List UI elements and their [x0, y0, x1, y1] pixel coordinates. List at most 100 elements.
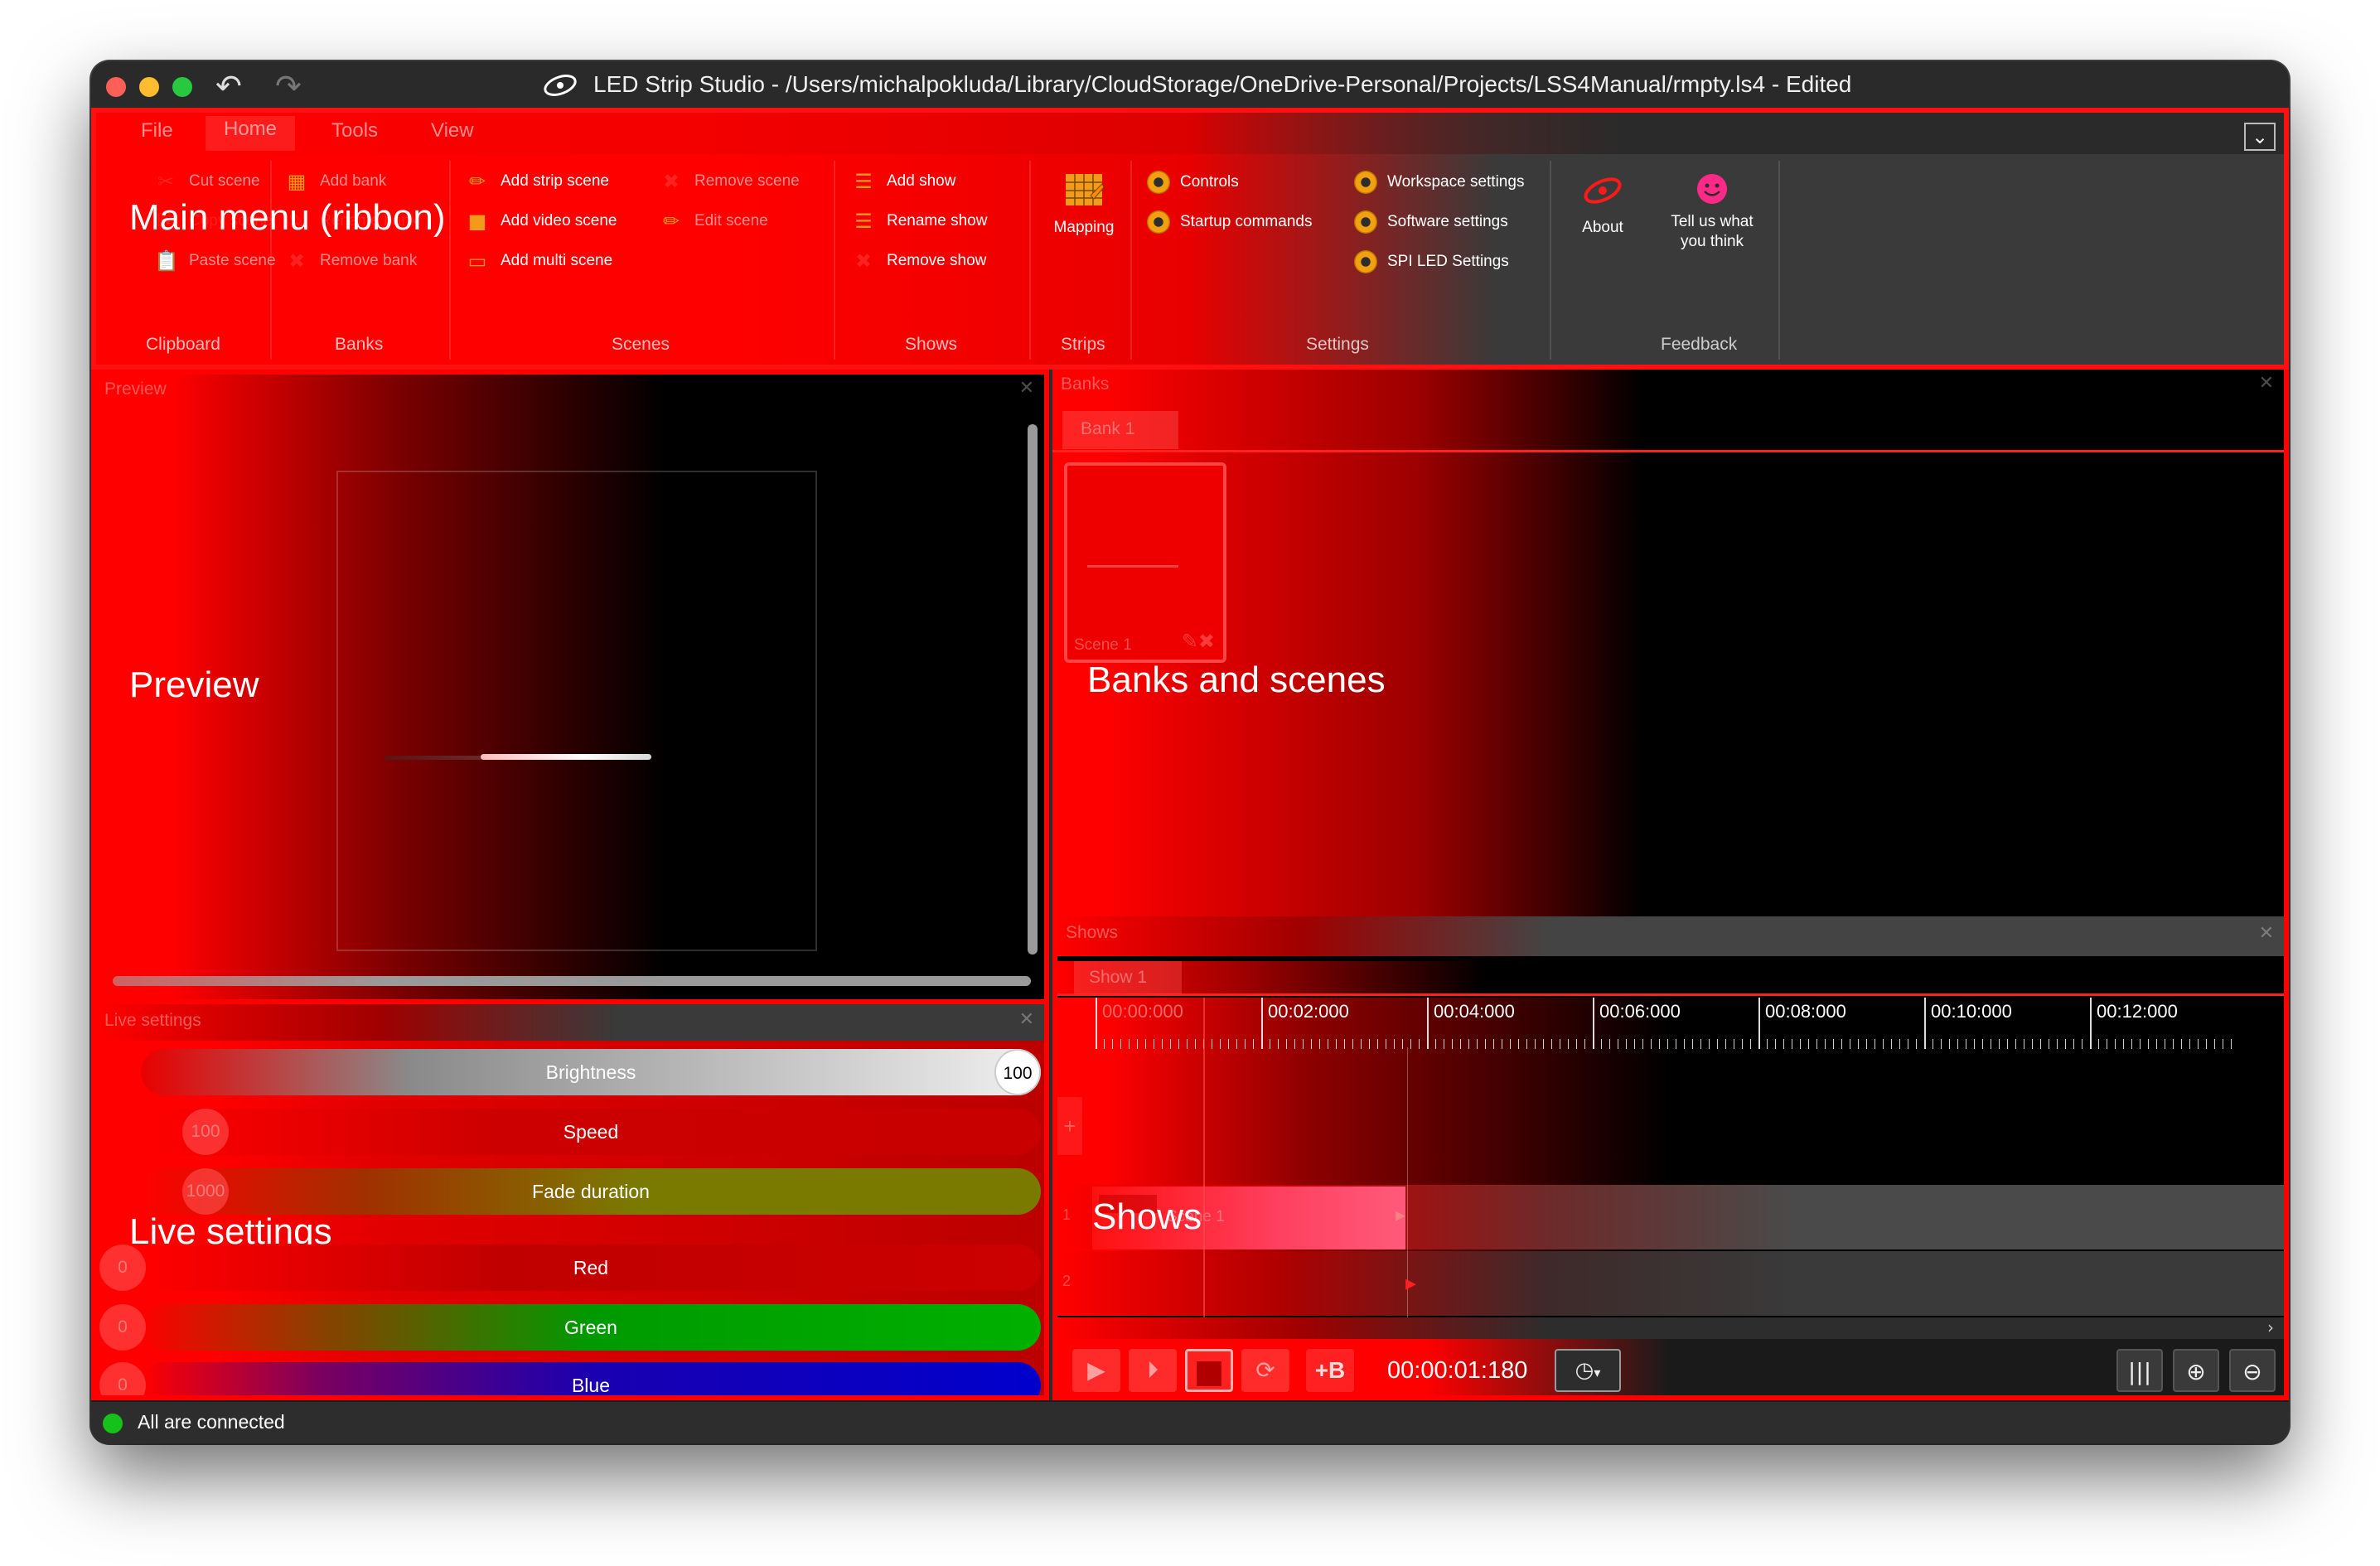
controls-button[interactable]: Controls: [1147, 171, 1239, 194]
collapse-ribbon-button[interactable]: ⌄: [2244, 123, 2276, 151]
add-track-button[interactable]: +: [1057, 1097, 1082, 1155]
tab-show-1[interactable]: Show 1: [1074, 961, 1182, 994]
close-icon[interactable]: ✕: [1019, 378, 1034, 399]
add-strip-scene-button[interactable]: ✏ Add strip scene: [466, 171, 609, 192]
loop-button[interactable]: ⟳: [1241, 1349, 1289, 1392]
grid-lines-icon: |||: [2127, 1358, 2152, 1385]
snap-grid-button[interactable]: |||: [2116, 1349, 2163, 1392]
tab-view[interactable]: View: [431, 119, 474, 143]
group-clipboard: Clipboard: [146, 335, 220, 354]
redo-icon[interactable]: ↷: [275, 68, 302, 104]
horizontal-scrollbar[interactable]: [113, 976, 1031, 986]
slider-label: Red: [573, 1257, 609, 1278]
smiley-icon: [1697, 174, 1727, 204]
add-bank-label: Add bank: [320, 172, 387, 191]
add-multi-scene-button[interactable]: ▭ Add multi scene: [466, 250, 613, 272]
remove-bank-button[interactable]: ✖ Remove bank: [285, 250, 417, 272]
speed-slider[interactable]: Speed 100: [108, 1109, 1044, 1155]
add-show-button[interactable]: ☰ Add show: [852, 171, 955, 192]
edit-icon[interactable]: ✎: [1182, 630, 1198, 653]
vertical-scrollbar[interactable]: [1028, 424, 1038, 955]
slider-knob[interactable]: 0: [99, 1362, 146, 1395]
timeline-label: 00:06:000: [1599, 1001, 1681, 1022]
shows-panel: Shows ✕ Show 1 00:00:000 00:02:000 00:04…: [1052, 916, 2289, 1400]
rename-show-button[interactable]: ☰ Rename show: [852, 210, 987, 232]
horizontal-scrollbar[interactable]: ›: [1057, 1317, 2284, 1339]
timeline-tick: [1924, 998, 1926, 1049]
play-button[interactable]: ▶: [1072, 1349, 1120, 1392]
timeline-tick: [1261, 998, 1263, 1049]
time-mode-dropdown[interactable]: ◷▾: [1555, 1349, 1621, 1392]
close-icon[interactable]: ✕: [1019, 1009, 1034, 1030]
edit-scene-icon: ✏: [662, 210, 680, 233]
close-icon[interactable]: ✕: [2259, 923, 2274, 944]
workspace-settings-button[interactable]: Workspace settings: [1354, 171, 1524, 194]
zoom-out-icon: ⊖: [2242, 1358, 2262, 1385]
mapping-button[interactable]: Mapping: [1042, 171, 1125, 237]
window-title: LED Strip Studio - /Users/michalpokluda/…: [593, 71, 1852, 97]
scene-card[interactable]: Scene 1 ✎✖: [1064, 462, 1226, 663]
tab-bank-1[interactable]: Bank 1: [1062, 411, 1178, 449]
software-settings-button[interactable]: Software settings: [1354, 210, 1508, 234]
tell-us-label-2: you think: [1680, 233, 1744, 250]
tab-tools[interactable]: Tools: [331, 119, 378, 143]
remove-scene-button[interactable]: ✖ Remove scene: [660, 171, 800, 192]
add-bank-button[interactable]: ▦ Add bank: [285, 171, 387, 192]
remove-show-button[interactable]: ✖ Remove show: [852, 250, 986, 272]
resize-handle-icon[interactable]: ▸: [1396, 1203, 1405, 1226]
remove-show-label: Remove show: [887, 252, 987, 270]
add-to-bank-button[interactable]: +B: [1306, 1349, 1354, 1392]
show-timeline-area: 00:00:000 00:02:000 00:04:000 00:06:000 …: [1057, 998, 2284, 1387]
cut-scene-button[interactable]: ✂ Cut scene: [154, 171, 260, 192]
red-slider[interactable]: Red 0: [99, 1245, 1044, 1291]
minimize-window-button[interactable]: [139, 77, 159, 97]
slider-knob[interactable]: 0: [99, 1304, 146, 1351]
tell-us-button[interactable]: Tell us what you think: [1654, 171, 1770, 252]
tab-file[interactable]: File: [141, 119, 173, 143]
close-icon[interactable]: ✕: [2259, 373, 2274, 394]
timeline-label: 00:10:000: [1931, 1001, 2012, 1022]
slider-knob[interactable]: 1000: [182, 1168, 229, 1215]
about-button[interactable]: About: [1563, 171, 1642, 237]
add-video-scene-button[interactable]: ■ Add video scene: [466, 210, 617, 232]
tab-home[interactable]: Home: [206, 116, 296, 151]
close-window-button[interactable]: [106, 77, 126, 97]
slider-label: Brightness: [545, 1061, 636, 1083]
timeline-tick: [1427, 998, 1429, 1049]
overlay-label-preview: Preview: [129, 665, 259, 705]
track-number: 1: [1062, 1206, 1071, 1223]
cut-icon: ✂: [157, 170, 175, 193]
preview-panel-title: Preview: [104, 379, 167, 399]
edit-scene-button[interactable]: ✏ Edit scene: [660, 210, 768, 232]
bank-tabs: Bank 1: [1052, 411, 2284, 452]
preview-canvas[interactable]: [336, 471, 817, 951]
status-text: All are connected: [138, 1411, 285, 1433]
slider-knob[interactable]: 100: [994, 1049, 1041, 1095]
green-slider[interactable]: Green 0: [99, 1304, 1044, 1351]
stop-button[interactable]: [1185, 1349, 1233, 1392]
blue-slider[interactable]: Blue 0: [99, 1362, 1044, 1395]
play-from-start-button[interactable]: ⏵: [1129, 1349, 1177, 1392]
timeline-tick: [1096, 998, 1097, 1049]
add-strip-scene-icon: ✏: [468, 170, 486, 193]
zoom-window-button[interactable]: [172, 77, 192, 97]
startup-commands-button[interactable]: Startup commands: [1147, 210, 1312, 234]
undo-icon[interactable]: ↶: [215, 68, 242, 104]
scroll-right-icon[interactable]: ›: [2267, 1317, 2274, 1337]
ribbon-separator: [1550, 161, 1551, 360]
loop-icon: ⟳: [1255, 1356, 1275, 1384]
spi-led-settings-button[interactable]: SPI LED Settings: [1354, 250, 1509, 273]
delete-icon[interactable]: ✖: [1198, 630, 1215, 653]
zoom-out-button[interactable]: ⊖: [2229, 1349, 2276, 1392]
zoom-in-button[interactable]: ⊕: [2173, 1349, 2219, 1392]
show-track[interactable]: 2: [1057, 1251, 2284, 1316]
gear-icon: [1147, 210, 1170, 234]
slider-knob[interactable]: 0: [99, 1245, 146, 1291]
timeline-ruler[interactable]: 00:00:000 00:02:000 00:04:000 00:06:000 …: [1096, 998, 2284, 1056]
fade-duration-slider[interactable]: Fade duration 1000: [108, 1168, 1044, 1215]
brightness-slider[interactable]: Brightness 100: [108, 1049, 1044, 1095]
show-tabs: Show 1: [1057, 961, 2284, 996]
slider-knob[interactable]: 100: [182, 1109, 229, 1155]
time-readout: 00:00:01:180: [1387, 1357, 1528, 1384]
paste-scene-button[interactable]: 📋 Paste scene: [154, 250, 276, 272]
